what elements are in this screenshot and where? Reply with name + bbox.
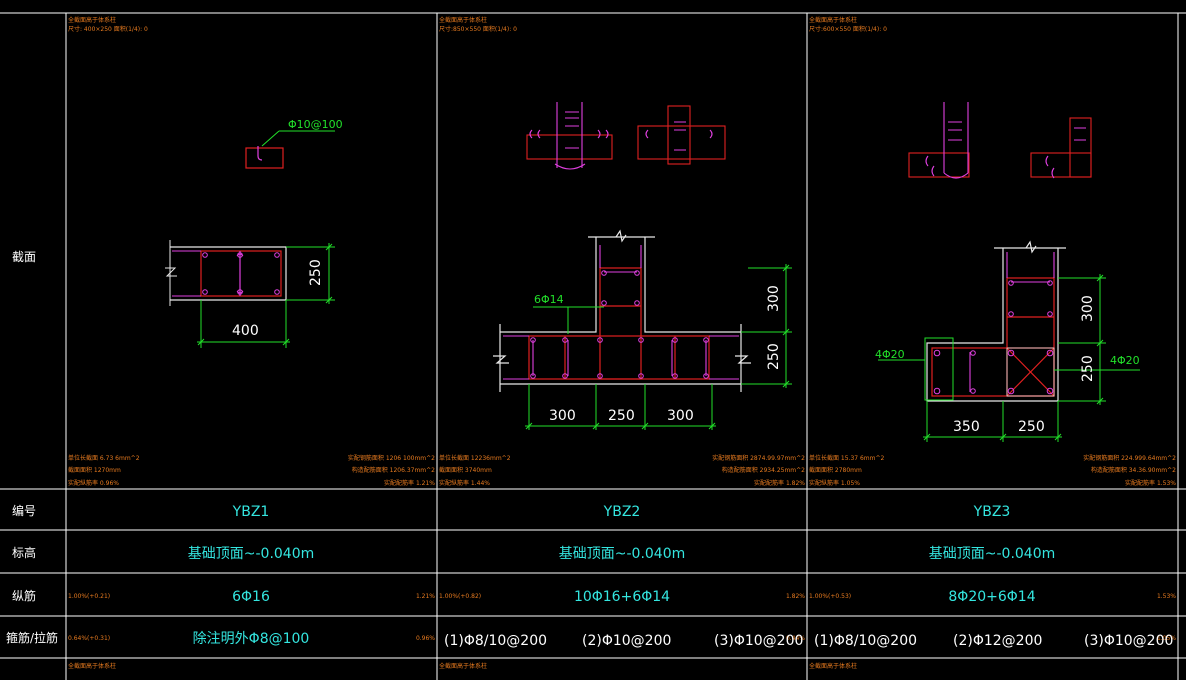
ybz1-stirrup-label: Φ10@100 <box>288 118 343 131</box>
note-c1-stir-right: 0.96% <box>416 635 435 642</box>
row-label-stirrup: 箍筋/拉筋 <box>6 630 58 645</box>
ybz3-section-drawing: 4Φ20 4Φ20 350 250 300 250 <box>875 102 1140 442</box>
note-c2-bl1: 单位长截面 12236mm^2 <box>439 454 511 462</box>
ybz3-dim-r2: 250 <box>1080 355 1096 382</box>
note-c2-top2: 尺寸:850×550 面积(1/4): 0 <box>439 25 517 33</box>
note-c3-bl1: 单位长截面 15.37 6mm^2 <box>809 454 885 462</box>
note-c1-top1: 全截面高于体系柱 <box>68 16 116 24</box>
note-c1-bl3: 实配纵筋率 0.96% <box>68 479 119 487</box>
ybz3-longitudinal: 8Φ20+6Φ14 <box>948 589 1035 605</box>
note-c2-bl3: 实配纵筋率 1.44% <box>439 479 490 487</box>
ybz1-elevation: 基础顶面~-0.040m <box>188 545 315 562</box>
row-label-elevation: 标高 <box>12 545 36 560</box>
ybz1-dim-h: 400 <box>232 323 259 339</box>
ybz2-stirrup-3: (3)Φ10@200 <box>714 633 803 649</box>
ybz3-rebar-right: 4Φ20 <box>1110 354 1140 367</box>
note-c1-bl1: 单位长截面 6.73 6mm^2 <box>68 454 140 462</box>
ybz1-section-drawing: Φ10@100 400 250 <box>165 118 343 348</box>
row-label-number: 编号 <box>12 503 36 518</box>
ybz2-dim-r1: 300 <box>766 285 782 312</box>
note-c3-bl2: 截面面积 2780mm <box>809 466 862 474</box>
ybz2-longitudinal: 10Φ16+6Φ14 <box>574 589 670 605</box>
ybz3-dim-r1: 300 <box>1080 295 1096 322</box>
cad-drawing: 截面 编号 标高 纵筋 箍筋/拉筋 全截面高于体系柱 尺寸: 400×250 面… <box>0 12 1186 680</box>
ybz2-rebar-label: 6Φ14 <box>534 293 564 306</box>
ybz3-elevation: 基础顶面~-0.040m <box>929 545 1056 562</box>
note-c1-br3: 实配配筋率 1.21% <box>384 479 435 487</box>
note-c3-top2: 尺寸:600×550 面积(1/4): 0 <box>809 25 887 33</box>
ybz1-id: YBZ1 <box>232 504 270 520</box>
note-c1-bl2: 截面面积 1270mm <box>68 466 121 474</box>
ybz1-stirrup: 除注明外Φ8@100 <box>193 631 310 647</box>
ybz2-dim-b1: 300 <box>549 408 576 424</box>
note-c2-long-right: 1.82% <box>786 593 805 600</box>
note-c3-bl3: 实配纵筋率 1.05% <box>809 479 860 487</box>
ybz2-stirrup-1: (1)Φ8/10@200 <box>444 633 547 649</box>
row-label-section: 截面 <box>12 250 36 264</box>
note-c1-next: 全截面高于体系柱 <box>68 662 116 670</box>
note-c3-br3: 实配配筋率 1.53% <box>1125 479 1176 487</box>
ybz3-rebar-left: 4Φ20 <box>875 348 905 361</box>
note-c3-long-right: 1.53% <box>1157 593 1176 600</box>
ybz3-id: YBZ3 <box>973 504 1011 520</box>
ybz3-dim-b1: 350 <box>953 419 980 435</box>
note-c3-br1: 实配钢筋面积 224.999.64mm^2 <box>1083 454 1176 462</box>
ybz3-dim-b2: 250 <box>1018 419 1045 435</box>
note-c2-br1: 实配钢筋面积 2874.99.97mm^2 <box>712 454 805 462</box>
note-c1-long-right: 1.21% <box>416 593 435 600</box>
ybz3-stirrup-1: (1)Φ8/10@200 <box>814 633 917 649</box>
note-c3-long-left: 1.00%(+0.53) <box>809 593 851 600</box>
note-c1-top2: 尺寸: 400×250 面积(1/4): 0 <box>68 25 148 33</box>
note-c1-br2: 构造配筋面积 1206.37mm^2 <box>352 466 435 474</box>
note-c2-next: 全截面高于体系柱 <box>439 662 487 670</box>
note-c3-next: 全截面高于体系柱 <box>809 662 857 670</box>
note-c2-bl2: 截面面积 3740mm <box>439 466 492 474</box>
ybz2-dim-r2: 250 <box>766 343 782 370</box>
note-c2-br3: 实配配筋率 1.82% <box>754 479 805 487</box>
ybz1-longitudinal: 6Φ16 <box>232 589 270 605</box>
ybz3-stirrup-3: (3)Φ10@200 <box>1084 633 1173 649</box>
ybz2-section-drawing: 6Φ14 300 250 300 300 250 <box>493 102 792 430</box>
note-c3-br2: 构造配筋面积 34.36.90mm^2 <box>1091 466 1176 474</box>
note-c3-top1: 全截面高于体系柱 <box>809 16 857 24</box>
note-c2-br2: 构造配筋面积 2934.25mm^2 <box>722 466 805 474</box>
table-grid <box>0 12 1186 680</box>
note-c1-long-left: 1.00%(+0.21) <box>68 593 110 600</box>
ybz2-stirrup-2: (2)Φ10@200 <box>582 633 671 649</box>
ybz3-stirrup-2: (2)Φ12@200 <box>953 633 1042 649</box>
ybz2-dim-b3: 300 <box>667 408 694 424</box>
note-c2-long-left: 1.00%(+0.82) <box>439 593 481 600</box>
note-c1-stir-left: 0.64%(+0.31) <box>68 635 110 642</box>
note-c2-top1: 全截面高于体系柱 <box>439 16 487 24</box>
ybz1-dim-v: 250 <box>308 259 324 286</box>
corner-notes: 全截面高于体系柱 尺寸: 400×250 面积(1/4): 0 全截面高于体系柱… <box>68 16 1176 670</box>
ybz2-id: YBZ2 <box>603 504 641 520</box>
note-c1-br1: 实配钢筋面积 1206 100mm^2 <box>348 454 435 462</box>
ybz2-dim-b2: 250 <box>608 408 635 424</box>
ybz2-elevation: 基础顶面~-0.040m <box>559 545 686 562</box>
row-label-longitudinal: 纵筋 <box>12 588 36 603</box>
